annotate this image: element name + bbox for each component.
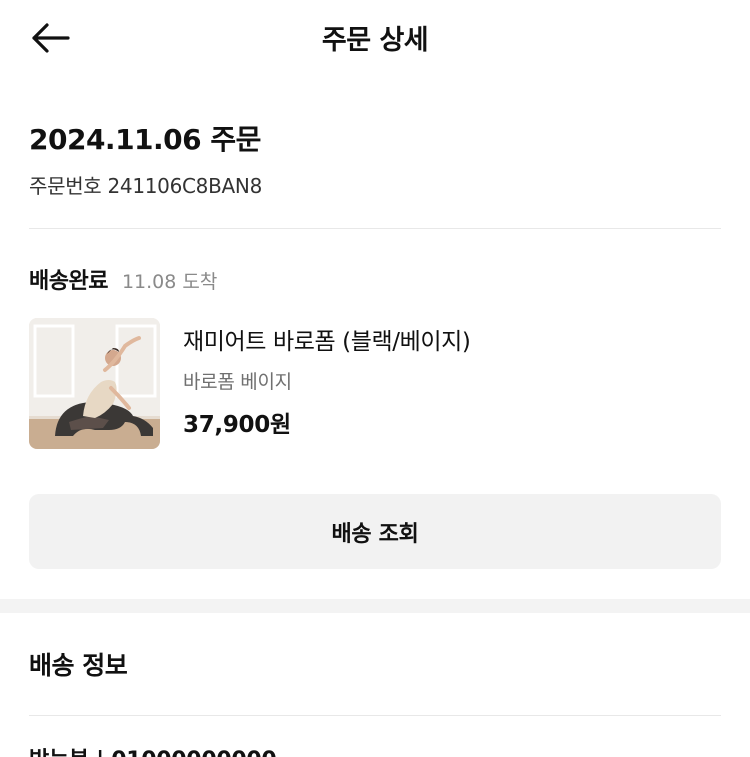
shipping-info-title: 배송 정보 <box>29 651 128 680</box>
product-photo <box>29 318 160 449</box>
product-option: 바로폼 베이지 <box>183 371 292 393</box>
page-title: 주문 상세 <box>321 25 429 56</box>
track-delivery-button[interactable]: 배송 조회 <box>29 494 721 569</box>
order-number: 주문번호 241106C8BAN8 <box>29 170 262 199</box>
order-date-title: 2024.11.06 주문 <box>29 123 261 156</box>
divider <box>29 228 721 229</box>
order-detail-page: 주문 상세 2024.11.06 주문 주문번호 241106C8BAN8 배송… <box>0 0 750 757</box>
product-price: 37,900원 <box>183 412 291 438</box>
order-number-label: 주문번호 <box>29 174 102 198</box>
delivery-status: 배송완료 <box>29 269 108 294</box>
order-number-value: 241106C8BAN8 <box>107 174 262 198</box>
product-name[interactable]: 재미어트 바로폼 (블랙/베이지) <box>183 322 471 356</box>
recipient-line: 받는분 | 01000000000 <box>29 742 277 757</box>
product-image[interactable] <box>29 318 160 449</box>
arrival-date: 11.08 도착 <box>121 271 218 293</box>
delivery-status-row: 배송완료 11.08 도착 <box>29 263 217 295</box>
divider <box>29 715 721 716</box>
top-header: 주문 상세 <box>0 0 750 76</box>
section-separator <box>0 599 750 613</box>
